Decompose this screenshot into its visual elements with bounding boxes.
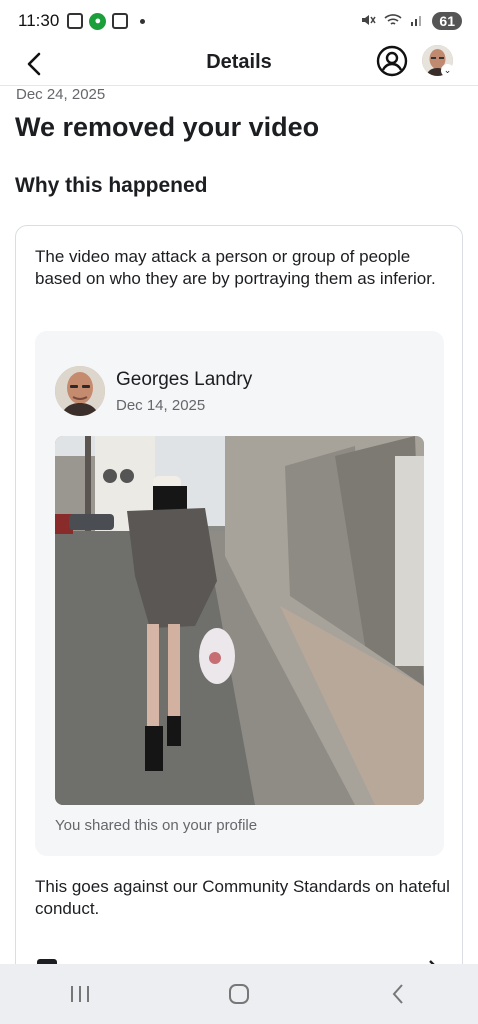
battery-indicator: 61 <box>432 12 462 30</box>
nav-back-button[interactable] <box>368 974 428 1014</box>
person-circle-icon <box>376 45 408 77</box>
reason-card: The video may attack a person or group o… <box>15 225 463 985</box>
mute-icon <box>360 12 377 31</box>
post-video-thumbnail[interactable] <box>55 436 424 805</box>
status-bar: 11:30 ● 61 <box>0 0 478 42</box>
back-icon <box>392 984 404 1004</box>
screenshot-icon <box>67 13 84 29</box>
post-author-name: Georges Landry <box>116 369 253 390</box>
system-nav-bar <box>0 964 478 1024</box>
removal-date: Dec 24, 2025 <box>16 86 106 103</box>
recents-button[interactable] <box>50 974 110 1014</box>
home-button[interactable] <box>209 974 269 1014</box>
post-footer: You shared this on your profile <box>55 817 258 834</box>
chevron-down-icon[interactable]: ⌄ <box>441 64 454 77</box>
page-heading: We removed your video <box>15 112 320 142</box>
reason-description: The video may attack a person or group o… <box>35 247 436 288</box>
section-heading: Why this happened <box>15 174 208 197</box>
removed-post: Georges Landry Dec 14, 2025 You shared t… <box>35 331 444 856</box>
more-notifications-icon <box>140 18 146 24</box>
status-time: 11:30 <box>18 11 60 30</box>
signal-icon <box>410 13 424 30</box>
home-icon <box>228 984 249 1004</box>
wifi-icon <box>384 13 402 30</box>
post-author-avatar <box>55 366 105 416</box>
post-date: Dec 14, 2025 <box>116 397 206 414</box>
top-app-bar: Details ⌄ <box>0 42 478 86</box>
standards-text: This goes against our Community Standard… <box>35 877 450 918</box>
account-button[interactable] <box>376 45 408 77</box>
recents-icon <box>70 986 89 1002</box>
calendar-icon <box>112 13 129 29</box>
whatsapp-icon: ● <box>89 12 107 30</box>
